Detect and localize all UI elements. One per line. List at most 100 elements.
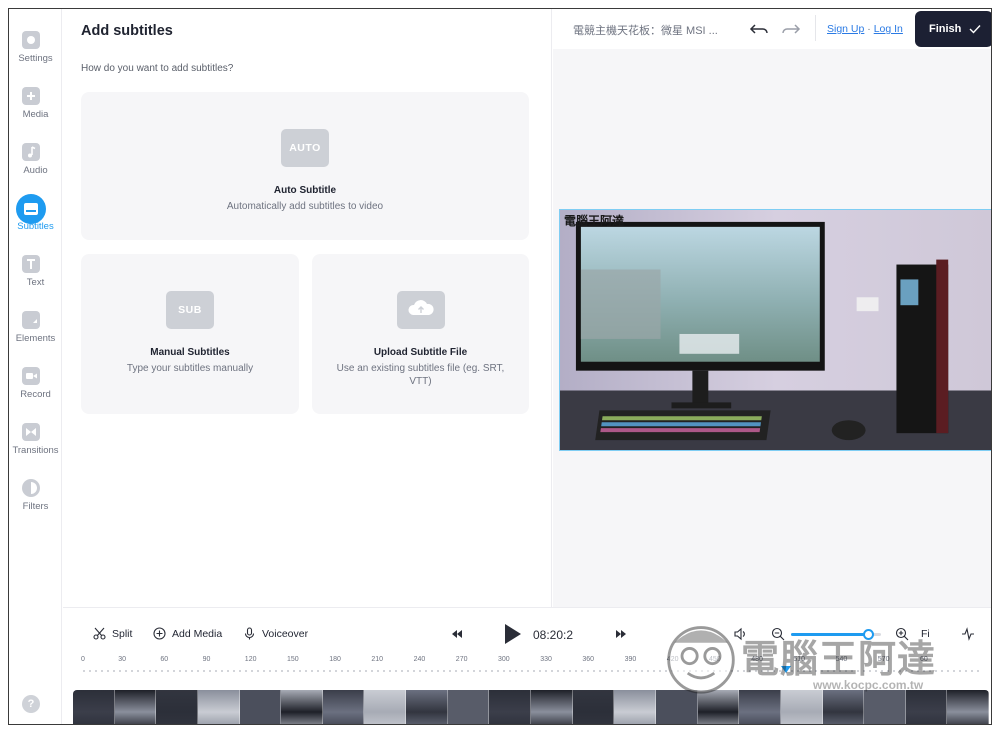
scissors-icon <box>93 627 106 640</box>
zoom-in-icon[interactable] <box>895 627 909 641</box>
zoom-out-icon[interactable] <box>771 627 785 641</box>
manual-subtitles-desc: Type your subtitles manually <box>126 363 254 374</box>
track-thumbnail <box>114 690 157 724</box>
ruler-tick-label: 150 <box>287 656 299 663</box>
camera-icon <box>22 367 40 385</box>
sidebar-item-label: Subtitles <box>17 221 54 232</box>
finish-button[interactable]: Finish <box>915 11 991 47</box>
ruler-tick-label: 510 <box>793 656 806 663</box>
track-thumbnail <box>197 690 240 724</box>
ruler-tick-label: 300 <box>498 656 510 663</box>
auth-separator: · <box>864 23 874 35</box>
ruler-tick-label: 30 <box>118 656 126 663</box>
ruler-tick-label: 120 <box>244 656 257 663</box>
ruler-tick-label: 240 <box>413 656 426 663</box>
track-thumbnail <box>322 690 365 724</box>
fit-button[interactable]: Fi <box>921 628 930 640</box>
track-thumbnail <box>572 690 615 724</box>
track-thumbnail <box>281 690 323 724</box>
playhead-marker[interactable] <box>781 666 791 673</box>
ruler-tick-label: 390 <box>624 656 637 663</box>
timeline: Split Add Media Voiceover 08:20:2 Fi 0 30… <box>63 607 991 724</box>
panel-subtitle: How do you want to add subtitles? <box>81 63 234 74</box>
waveform-icon[interactable] <box>961 627 975 641</box>
divider <box>815 15 816 41</box>
help-button[interactable]: ? <box>22 695 40 713</box>
current-time: 08:20:2 <box>533 628 574 642</box>
text-icon <box>22 255 40 273</box>
music-note-icon <box>22 143 40 161</box>
track-thumbnail <box>364 690 407 724</box>
plus-icon <box>22 87 40 105</box>
sidebar-item-label: Elements <box>15 333 56 344</box>
redo-icon[interactable] <box>781 19 801 39</box>
track-thumbnail <box>614 690 656 724</box>
track-thumbnail <box>739 690 781 724</box>
ruler-tick-label: 60 <box>160 656 169 663</box>
log-in-link[interactable]: Log In <box>874 23 903 35</box>
sidebar-item-elements[interactable]: Elements <box>9 311 62 361</box>
sidebar-item-settings[interactable]: Settings <box>9 31 62 81</box>
auto-subtitle-card[interactable]: AUTO Auto Subtitle Automatically add sub… <box>81 92 529 240</box>
split-label: Split <box>112 628 133 640</box>
video-frame-image <box>560 210 991 450</box>
ruler-tick-label: 420 <box>666 656 679 663</box>
undo-icon[interactable] <box>749 19 769 39</box>
subtitles-icon <box>16 194 46 224</box>
filters-icon <box>22 479 40 497</box>
sidebar-item-subtitles[interactable]: Subtitles <box>9 194 62 249</box>
track-thumbnail <box>905 690 948 724</box>
ruler-tick-label: 450 <box>709 656 721 663</box>
ruler-tick-label: 60 <box>920 656 928 663</box>
upload-subtitle-card[interactable]: Upload Subtitle File Use an existing sub… <box>312 254 529 414</box>
volume-icon[interactable] <box>733 627 747 641</box>
auto-subtitle-title: Auto Subtitle <box>273 185 337 196</box>
sidebar-item-media[interactable]: Media <box>9 87 62 137</box>
auto-icon: AUTO <box>281 129 329 167</box>
sidebar-item-label: Text <box>26 277 45 288</box>
sidebar-item-label: Media <box>22 109 49 120</box>
sidebar-item-text[interactable]: Text <box>9 255 62 305</box>
top-bar: 電競主機天花板：微星 MSI ... Sign Up · Log In Fini… <box>553 9 991 49</box>
project-name[interactable]: 電競主機天花板：微星 MSI ... <box>573 22 718 38</box>
auto-subtitle-desc: Automatically add subtitles to video <box>226 201 384 212</box>
timeline-ruler[interactable]: 0 30 60 90 120 150 180 210 240 270 300 330 360 390 420… <box>81 656 981 678</box>
track-thumbnail <box>531 690 573 724</box>
video-track[interactable] <box>73 690 989 724</box>
play-icon[interactable] <box>501 622 523 646</box>
sidebar-item-record[interactable]: Record <box>9 367 62 417</box>
ruler-tick-label: 360 <box>582 656 595 663</box>
rewind-icon[interactable] <box>447 624 467 644</box>
subtitles-panel: Add subtitles How do you want to add sub… <box>63 9 552 607</box>
track-thumbnail <box>697 690 740 724</box>
ruler-tick-label: 270 <box>455 656 468 663</box>
preview-watermark: 電腦王阿達 <box>564 214 625 228</box>
ruler-tick-label: 90 <box>202 656 211 663</box>
sidebar-item-filters[interactable]: Filters <box>9 479 62 529</box>
track-thumbnail <box>239 690 282 724</box>
add-circle-icon <box>153 627 166 640</box>
video-preview[interactable]: 電腦王阿達 <box>559 209 991 451</box>
add-media-label: Add Media <box>172 628 223 640</box>
sign-up-link[interactable]: Sign Up <box>827 23 864 35</box>
sidebar-item-label: Record <box>20 389 51 400</box>
track-thumbnail <box>655 690 698 724</box>
fast-forward-icon[interactable] <box>611 624 631 644</box>
sidebar-item-audio[interactable]: Audio <box>9 143 62 193</box>
track-thumbnail <box>447 690 490 724</box>
microphone-icon <box>244 627 255 640</box>
zoom-slider[interactable] <box>791 629 881 640</box>
ruler-tick-label: 540 <box>835 656 848 663</box>
track-thumbnail <box>822 690 865 724</box>
ruler-tick-label: 0 <box>81 656 85 663</box>
panel-title: Add subtitles <box>81 23 173 39</box>
ruler-tick-label: 210 <box>371 656 384 663</box>
track-thumbnail <box>489 690 532 724</box>
check-icon <box>969 25 981 34</box>
sidebar-item-transitions[interactable]: Transitions <box>9 423 62 473</box>
auth-links: Sign Up · Log In <box>827 23 903 35</box>
zoom-slider-knob[interactable] <box>862 629 874 640</box>
voiceover-label: Voiceover <box>262 628 309 640</box>
ruler-tick-label: 480 <box>751 656 763 663</box>
manual-subtitles-card[interactable]: SUB Manual Subtitles Type your subtitles… <box>81 254 299 414</box>
